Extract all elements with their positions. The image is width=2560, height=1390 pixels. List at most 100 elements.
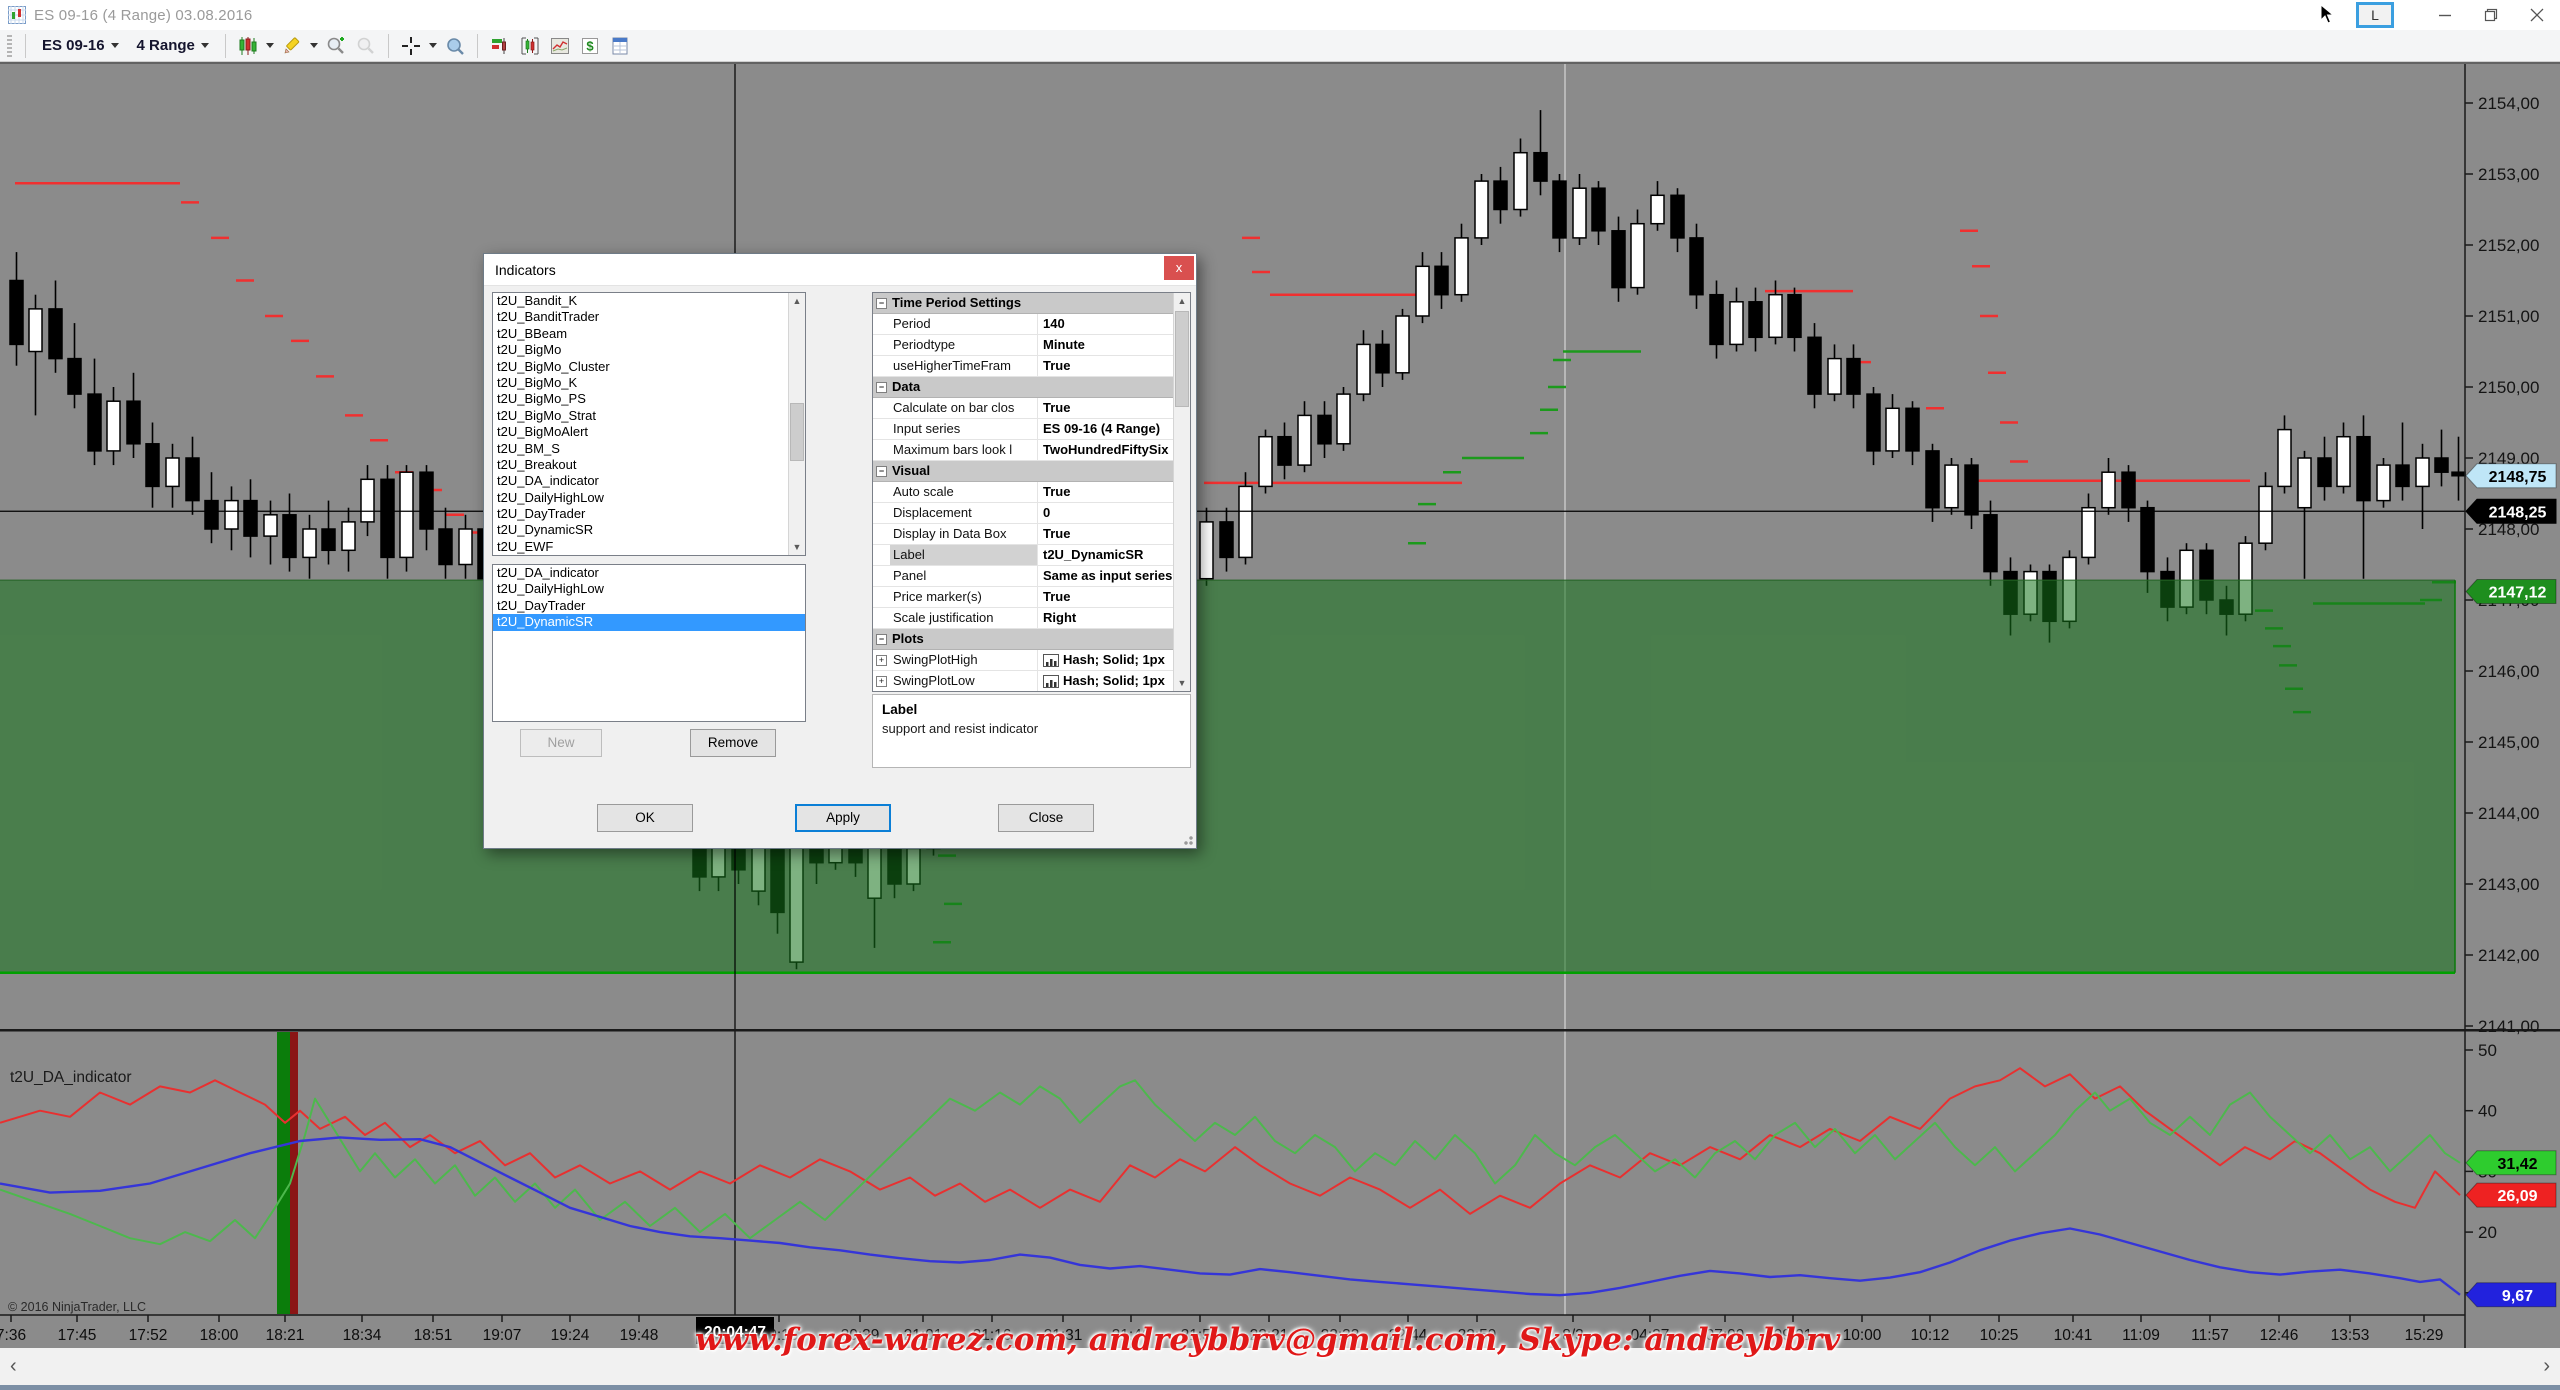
instrument-selector[interactable]: ES 09-16: [36, 35, 125, 56]
list-item[interactable]: t2U_BigMo_Cluster: [493, 359, 788, 375]
property-name[interactable]: useHigherTimeFram: [890, 356, 1038, 376]
new-button[interactable]: New: [520, 729, 602, 757]
list-item[interactable]: t2U_DailyHighLow: [493, 581, 805, 597]
list-item[interactable]: t2U_BigMo_PS: [493, 391, 788, 407]
bars-panel-icon[interactable]: [518, 34, 542, 58]
property-row[interactable]: Maximum bars look lTwoHundredFiftySix: [873, 440, 1175, 461]
property-category-row[interactable]: −Data: [873, 377, 1175, 398]
price-chart[interactable]: t2U_DA_indicator© 2016 NinjaTrader, LLC2…: [0, 62, 2560, 1348]
toolbar-grip[interactable]: [7, 35, 12, 57]
list-item[interactable]: t2U_DA_indicator: [493, 565, 805, 581]
list-item[interactable]: t2U_DynamicSR: [493, 614, 805, 630]
properties-icon[interactable]: [608, 34, 632, 58]
property-name[interactable]: Periodtype: [890, 335, 1038, 355]
property-name[interactable]: Label: [890, 545, 1038, 565]
property-row[interactable]: Display in Data BoxTrue: [873, 524, 1175, 545]
remove-button[interactable]: Remove: [690, 729, 776, 757]
list-item[interactable]: t2U_BigMo: [493, 342, 788, 358]
property-value[interactable]: True: [1038, 398, 1175, 418]
scrollbar-thumb[interactable]: [1175, 311, 1189, 407]
property-value[interactable]: ES 09-16 (4 Range): [1038, 419, 1175, 439]
list-item[interactable]: t2U_BigMo_Strat: [493, 408, 788, 424]
scrollbar-thumb[interactable]: [790, 403, 804, 461]
configured-indicators-list[interactable]: t2U_DA_indicatort2U_DailyHighLowt2U_DayT…: [492, 564, 806, 722]
property-row[interactable]: Displacement0: [873, 503, 1175, 524]
dialog-close-button[interactable]: x: [1164, 256, 1194, 280]
scroll-left-icon[interactable]: ‹: [10, 1355, 17, 1378]
property-row[interactable]: +SwingPlotLowHash; Solid; 1px: [873, 671, 1175, 692]
dollar-icon[interactable]: $: [578, 34, 602, 58]
property-category-row[interactable]: −Time Period Settings: [873, 293, 1175, 314]
property-value[interactable]: True: [1038, 587, 1175, 607]
list-item[interactable]: t2U_DA_indicator: [493, 473, 788, 489]
property-value[interactable]: True: [1038, 524, 1175, 544]
expand-icon[interactable]: +: [876, 676, 887, 687]
list-item[interactable]: t2U_BigMoAlert: [493, 424, 788, 440]
property-name[interactable]: Input series: [890, 419, 1038, 439]
property-row[interactable]: Scale justificationRight: [873, 608, 1175, 629]
property-value[interactable]: t2U_DynamicSR: [1038, 545, 1175, 565]
property-name[interactable]: Price marker(s): [890, 587, 1038, 607]
scroll-up-icon[interactable]: ▲: [789, 293, 805, 309]
property-value[interactable]: Right: [1038, 608, 1175, 628]
collapse-icon[interactable]: −: [876, 634, 887, 645]
property-name[interactable]: SwingPlotLow: [890, 671, 1038, 691]
mini-chart-icon[interactable]: [548, 34, 572, 58]
property-value[interactable]: True: [1038, 356, 1175, 376]
property-row[interactable]: Input seriesES 09-16 (4 Range): [873, 419, 1175, 440]
list-item[interactable]: t2U_BigMo_K: [493, 375, 788, 391]
scroll-right-icon[interactable]: ›: [2543, 1355, 2550, 1378]
draw-pencil-icon[interactable]: [280, 34, 304, 58]
property-name[interactable]: Panel: [890, 566, 1038, 586]
collapse-icon[interactable]: −: [876, 382, 887, 393]
property-row[interactable]: Labelt2U_DynamicSR: [873, 545, 1175, 566]
property-name[interactable]: Maximum bars look l: [890, 440, 1038, 460]
expand-icon[interactable]: +: [876, 655, 887, 666]
property-name[interactable]: Period: [890, 314, 1038, 334]
close-button[interactable]: [2514, 0, 2560, 30]
property-row[interactable]: Calculate on bar closTrue: [873, 398, 1175, 419]
period-selector[interactable]: 4 Range: [131, 35, 215, 56]
restore-button[interactable]: [2468, 0, 2514, 30]
properties-scrollbar[interactable]: ▲ ▼: [1173, 293, 1190, 691]
property-row[interactable]: Price marker(s)True: [873, 587, 1175, 608]
property-row[interactable]: PeriodtypeMinute: [873, 335, 1175, 356]
property-value[interactable]: Same as input series: [1038, 566, 1175, 586]
property-row[interactable]: Period140: [873, 314, 1175, 335]
property-name[interactable]: Auto scale: [890, 482, 1038, 502]
property-value[interactable]: True: [1038, 482, 1175, 502]
property-row[interactable]: PanelSame as input series: [873, 566, 1175, 587]
property-value[interactable]: Hash; Solid; 1px: [1038, 650, 1175, 670]
chevron-down-icon[interactable]: [429, 43, 437, 48]
chart-trader-icon[interactable]: [488, 34, 512, 58]
close-dialog-button[interactable]: Close: [998, 804, 1094, 832]
scroll-down-icon[interactable]: ▼: [1174, 675, 1190, 691]
indicator-properties-grid[interactable]: −Time Period SettingsPeriod140Periodtype…: [872, 292, 1191, 692]
property-value[interactable]: 0: [1038, 503, 1175, 523]
scroll-up-icon[interactable]: ▲: [1174, 293, 1190, 309]
candle-style-icon[interactable]: [236, 34, 260, 58]
property-name[interactable]: Display in Data Box: [890, 524, 1038, 544]
property-value[interactable]: Hash; Solid; 1px: [1038, 671, 1175, 691]
property-value[interactable]: Minute: [1038, 335, 1175, 355]
list-item[interactable]: t2U_EWF: [493, 539, 788, 555]
zoom-out-icon[interactable]: [354, 34, 378, 58]
property-value[interactable]: TwoHundredFiftySix: [1038, 440, 1175, 460]
list-item[interactable]: t2U_DynamicSR: [493, 522, 788, 538]
list-item[interactable]: t2U_BM_S: [493, 441, 788, 457]
list-item[interactable]: t2U_DailyHighLow: [493, 490, 788, 506]
list-item[interactable]: t2U_Breakout: [493, 457, 788, 473]
collapse-icon[interactable]: −: [876, 298, 887, 309]
list-item[interactable]: t2U_BanditTrader: [493, 309, 788, 325]
property-name[interactable]: Scale justification: [890, 608, 1038, 628]
dialog-resize-grip[interactable]: [1181, 833, 1193, 845]
ok-button[interactable]: OK: [597, 804, 693, 832]
data-box-icon[interactable]: [443, 34, 467, 58]
chevron-down-icon[interactable]: [266, 43, 274, 48]
list-item[interactable]: t2U_DayTrader: [493, 506, 788, 522]
list-item[interactable]: t2U_BBeam: [493, 326, 788, 342]
property-category-row[interactable]: −Plots: [873, 629, 1175, 650]
available-list-scrollbar[interactable]: ▲ ▼: [788, 293, 805, 555]
minimize-button[interactable]: [2422, 0, 2468, 30]
dialog-title-bar[interactable]: Indicators x: [484, 254, 1196, 286]
